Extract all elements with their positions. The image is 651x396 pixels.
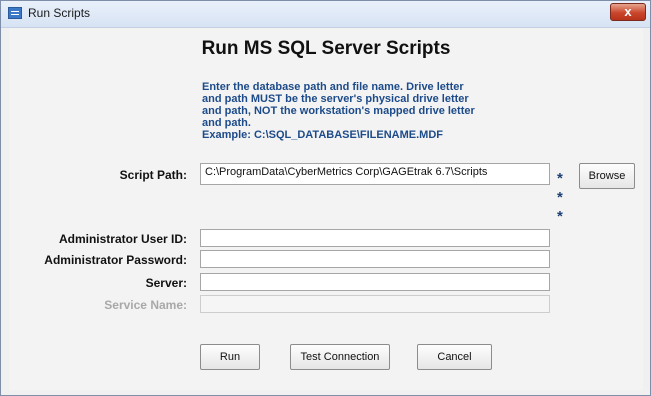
instruction-line: and path. [202, 117, 251, 129]
admin-password-field[interactable] [200, 250, 550, 268]
admin-user-label: Administrator User ID: [58, 232, 187, 246]
dialog-content: Run MS SQL Server Scripts Enter the data… [9, 28, 643, 390]
service-name-field [200, 295, 550, 313]
admin-user-field[interactable] [200, 229, 550, 247]
instruction-line: Enter the database path and file name. D… [202, 81, 464, 93]
run-scripts-window: Run Scripts x Run MS SQL Server Scripts … [0, 0, 651, 396]
required-marker: * [557, 208, 563, 225]
service-name-label: Service Name: [104, 298, 187, 312]
instruction-example: Example: C:\SQL_DATABASE\FILENAME.MDF [202, 129, 443, 141]
required-marker: * [557, 189, 563, 206]
instruction-line: and path, NOT the workstation's mapped d… [202, 105, 475, 117]
dialog-heading: Run MS SQL Server Scripts [201, 38, 451, 59]
close-button[interactable]: x [610, 3, 646, 21]
cancel-button[interactable]: Cancel [417, 344, 492, 370]
server-label: Server: [145, 276, 187, 290]
title-bar[interactable]: Run Scripts x [1, 1, 650, 28]
browse-button[interactable]: Browse [579, 163, 635, 189]
script-path-field[interactable]: C:\ProgramData\CyberMetrics Corp\GAGEtra… [200, 163, 550, 185]
admin-password-label: Administrator Password: [44, 253, 187, 267]
window-title: Run Scripts [28, 6, 91, 20]
instructions-text: Enter the database path and file name. D… [202, 81, 522, 141]
run-button[interactable]: Run [200, 344, 260, 370]
app-form-icon [8, 7, 22, 19]
instruction-line: and path MUST be the server's physical d… [202, 93, 469, 105]
test-connection-button[interactable]: Test Connection [290, 344, 390, 370]
script-path-label: Script Path: [119, 168, 187, 182]
server-field[interactable] [200, 273, 550, 291]
required-marker: * [557, 170, 563, 187]
